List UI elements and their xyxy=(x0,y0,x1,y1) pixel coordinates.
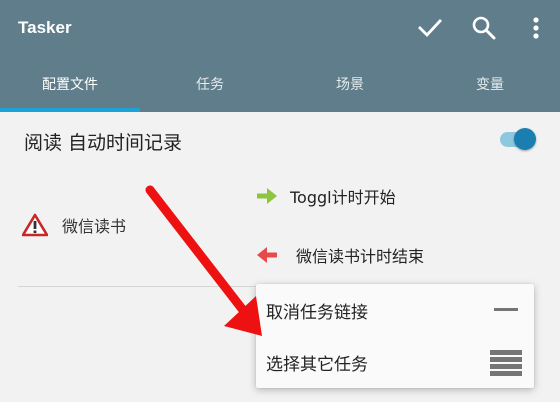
tab-label: 配置文件 xyxy=(42,77,98,93)
context-label: 微信读书 xyxy=(62,217,127,236)
menu-item-select-other-task[interactable]: 选择其它任务 xyxy=(256,336,534,388)
overflow-menu-button[interactable] xyxy=(518,10,554,46)
menu-item-label: 选择其它任务 xyxy=(266,355,368,375)
menu-item-unlink-task[interactable]: 取消任务链接 xyxy=(256,284,534,336)
enter-task-label: Toggl计时开始 xyxy=(290,188,396,207)
tab-variables[interactable]: 变量 xyxy=(420,56,560,112)
tab-label: 任务 xyxy=(196,77,224,93)
confirm-button[interactable] xyxy=(412,10,448,46)
tab-bar: 配置文件 任务 场景 变量 xyxy=(0,56,560,112)
warning-icon xyxy=(22,213,48,237)
app-title: Tasker xyxy=(18,18,72,37)
toggle-thumb xyxy=(514,128,536,150)
tab-profiles[interactable]: 配置文件 xyxy=(0,56,140,112)
profile-context[interactable]: 微信读书 xyxy=(22,210,126,240)
search-icon xyxy=(472,16,496,40)
minus-icon xyxy=(494,308,518,311)
tab-label: 场景 xyxy=(336,77,364,93)
tab-label: 变量 xyxy=(476,77,504,93)
profile-enabled-toggle[interactable] xyxy=(500,126,538,152)
arrow-left-icon xyxy=(257,247,277,263)
tab-indicator xyxy=(0,108,140,112)
divider xyxy=(18,286,260,287)
more-vert-icon xyxy=(533,17,539,39)
enter-task[interactable]: Toggl计时开始 xyxy=(256,181,396,211)
check-icon xyxy=(418,19,442,38)
profile-title[interactable]: 阅读 自动时间记录 xyxy=(24,128,182,155)
arrow-right-icon xyxy=(257,188,277,204)
tab-scenes[interactable]: 场景 xyxy=(280,56,420,112)
app-bar: Tasker 配置文件 任务 场景 变量 xyxy=(0,0,560,112)
search-button[interactable] xyxy=(466,10,502,46)
list-icon xyxy=(490,350,522,376)
tab-tasks[interactable]: 任务 xyxy=(140,56,280,112)
menu-item-label: 取消任务链接 xyxy=(266,303,368,323)
exit-task[interactable]: 微信读书计时结束 xyxy=(256,240,424,270)
task-popup-menu: 取消任务链接 选择其它任务 xyxy=(256,284,534,388)
exit-task-label: 微信读书计时结束 xyxy=(296,247,425,266)
